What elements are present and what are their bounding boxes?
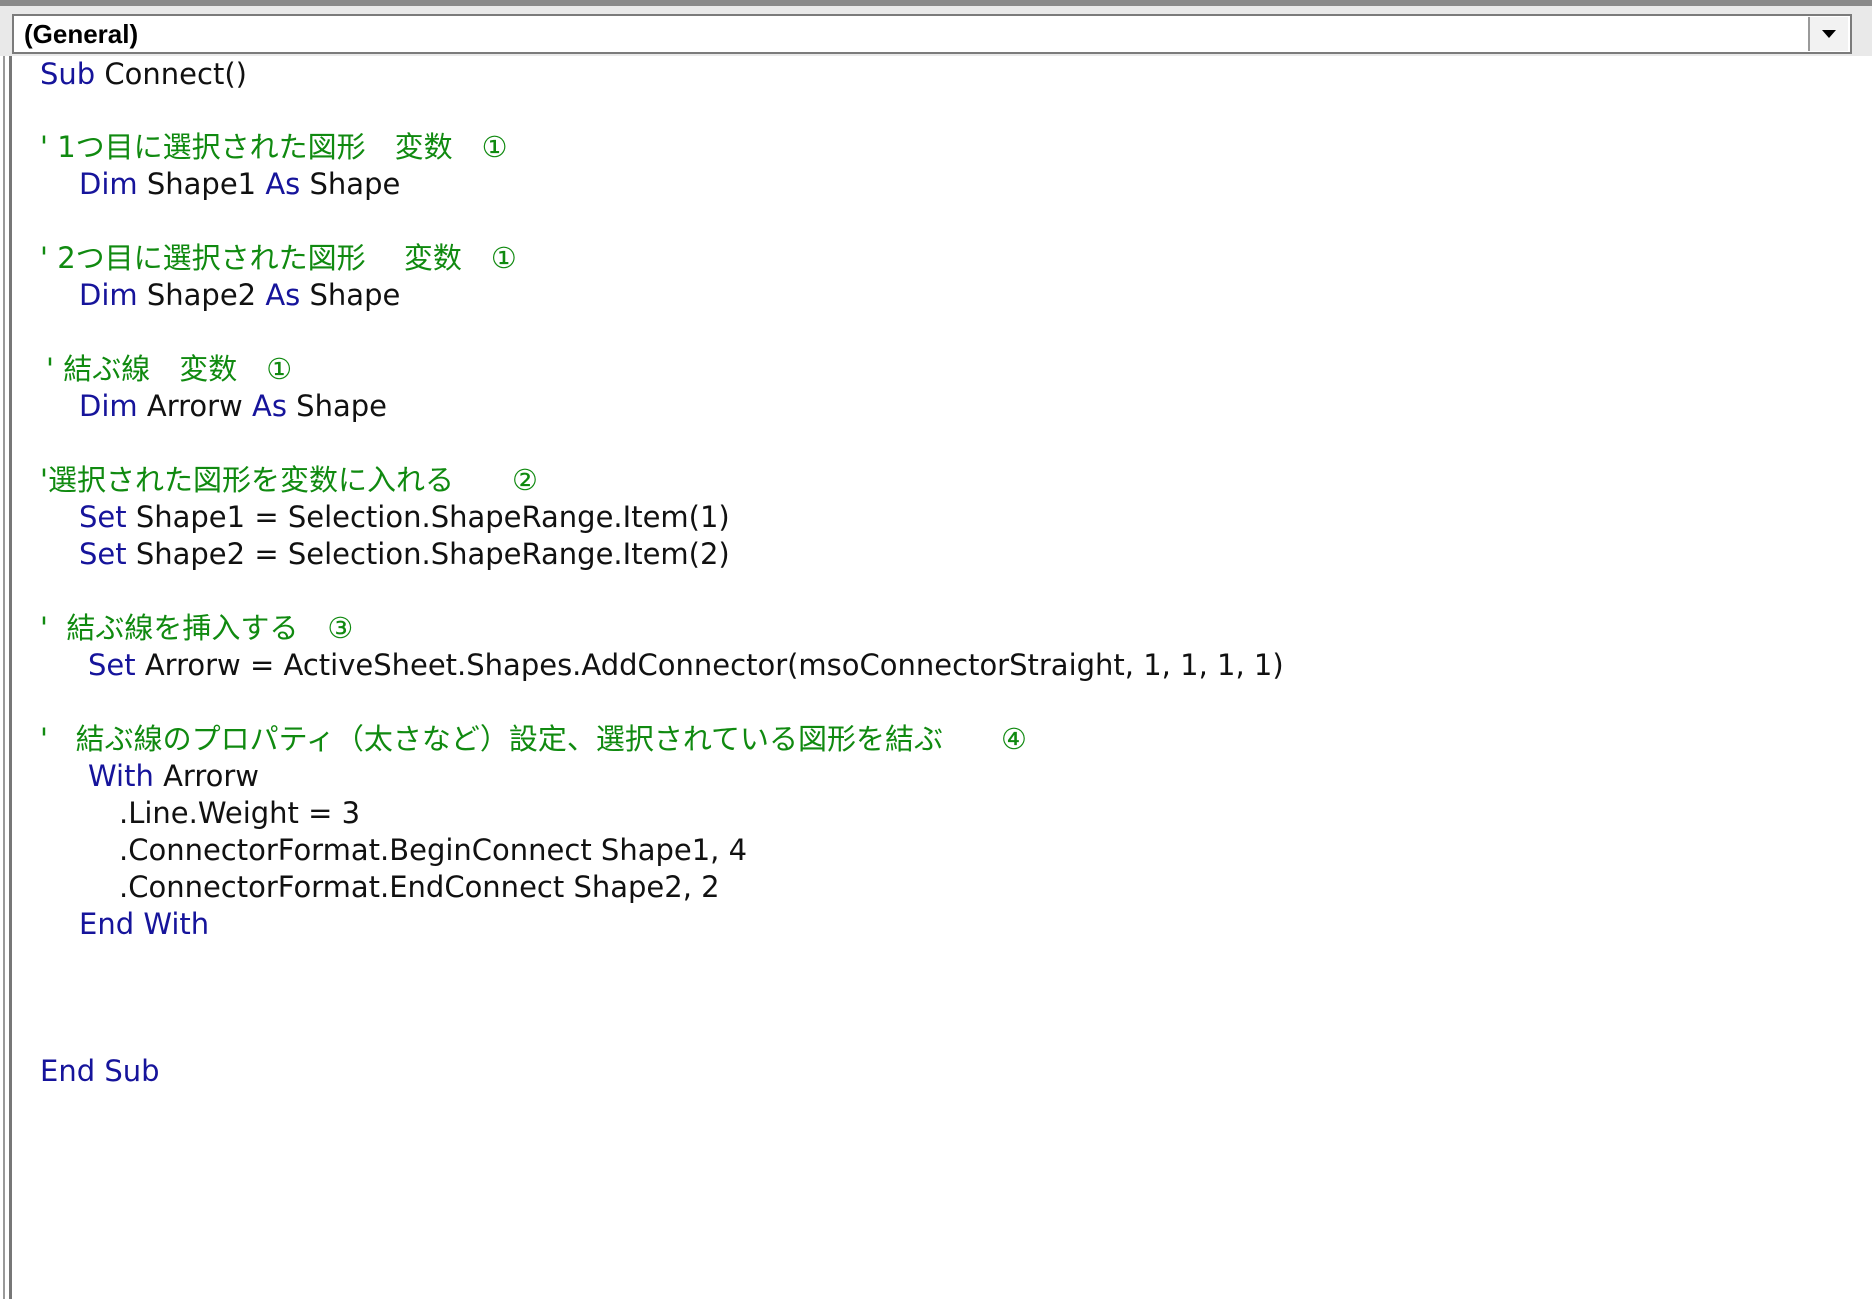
comment-token: ' 結ぶ線 変数 ①: [46, 352, 293, 386]
code-line[interactable]: .ConnectorFormat.BeginConnect Shape1, 4: [119, 832, 747, 869]
comment-token: ' 結ぶ線を挿入する ③: [40, 611, 354, 645]
code-line[interactable]: .ConnectorFormat.EndConnect Shape2, 2: [119, 869, 720, 906]
keyword-token: As: [265, 167, 301, 201]
code-token: Shape1 = Selection.ShapeRange.Item(1): [126, 500, 730, 534]
code-token: .Line.Weight = 3: [119, 796, 361, 830]
code-token: Shape2 = Selection.ShapeRange.Item(2): [126, 537, 730, 571]
keyword-token: Sub: [40, 57, 96, 91]
code-token: Shape: [286, 389, 387, 423]
code-line[interactable]: ' 結ぶ線のプロパティ（太さなど）設定、選択されている図形を結ぶ ④: [40, 721, 1027, 758]
code-line[interactable]: '選択された図形を変数に入れる ②: [40, 462, 538, 499]
code-token: Connect(): [95, 57, 247, 91]
keyword-token: End Sub: [40, 1054, 160, 1088]
keyword-token: Set: [88, 648, 136, 682]
chevron-down-icon: [1822, 30, 1836, 38]
dropdown-button[interactable]: [1808, 17, 1848, 51]
code-line[interactable]: ' 2つ目に選択された図形 変数 ①: [40, 240, 517, 277]
comment-token: '選択された図形を変数に入れる ②: [40, 463, 538, 497]
code-token: Shape1: [137, 167, 266, 201]
code-line[interactable]: Sub Connect(): [40, 56, 247, 93]
code-token: .ConnectorFormat.BeginConnect Shape1, 4: [119, 833, 748, 867]
code-token: Arrorw: [153, 759, 259, 793]
procedure-dropdown-value: (General): [24, 18, 139, 49]
code-line[interactable]: Set Shape2 = Selection.ShapeRange.Item(2…: [79, 536, 730, 573]
keyword-token: Dim: [79, 389, 138, 423]
code-line[interactable]: ' 結ぶ線を挿入する ③: [40, 610, 353, 647]
keyword-token: Dim: [79, 278, 138, 312]
code-line[interactable]: End Sub: [40, 1053, 160, 1090]
code-line[interactable]: ' 結ぶ線 変数 ①: [46, 351, 292, 388]
code-line[interactable]: Dim Arrorw As Shape: [79, 388, 387, 425]
code-line[interactable]: Dim Shape2 As Shape: [79, 277, 400, 314]
keyword-token: Dim: [79, 167, 138, 201]
comment-token: ' 結ぶ線のプロパティ（太さなど）設定、選択されている図形を結ぶ ④: [40, 722, 1028, 756]
keyword-token: Set: [79, 500, 127, 534]
keyword-token: As: [252, 389, 287, 423]
code-line[interactable]: Set Arrorw = ActiveSheet.Shapes.AddConne…: [88, 647, 1284, 684]
code-window-toolbar: (General): [0, 0, 1872, 56]
code-line[interactable]: Set Shape1 = Selection.ShapeRange.Item(1…: [79, 499, 730, 536]
keyword-token: End With: [79, 907, 210, 941]
code-line[interactable]: ' 1つ目に選択された図形 変数 ①: [40, 129, 508, 166]
code-line[interactable]: End With: [79, 906, 209, 943]
vba-code-window: (General) Sub Connect() ' 1つ目に選択された図形 変数 …: [0, 0, 1872, 1299]
comment-token: ' 1つ目に選択された図形 変数 ①: [40, 130, 508, 164]
code-token: Shape2: [137, 278, 266, 312]
keyword-token: With: [88, 759, 154, 793]
comment-token: ' 2つ目に選択された図形 変数 ①: [40, 241, 517, 275]
code-line[interactable]: Dim Shape1 As Shape: [79, 166, 400, 203]
code-editor[interactable]: Sub Connect() ' 1つ目に選択された図形 変数 ① Dim Shape…: [0, 56, 1872, 1299]
code-token: .ConnectorFormat.EndConnect Shape2, 2: [119, 870, 720, 904]
code-token: Shape: [300, 167, 401, 201]
code-token: Arrorw: [137, 389, 252, 423]
keyword-token: Set: [79, 537, 127, 571]
code-token: Shape: [300, 278, 401, 312]
code-token: Arrorw = ActiveSheet.Shapes.AddConnector…: [135, 648, 1284, 682]
code-line[interactable]: .Line.Weight = 3: [119, 795, 360, 832]
procedure-dropdown[interactable]: (General): [12, 14, 1852, 54]
keyword-token: As: [265, 278, 301, 312]
code-line[interactable]: With Arrorw: [88, 758, 259, 795]
